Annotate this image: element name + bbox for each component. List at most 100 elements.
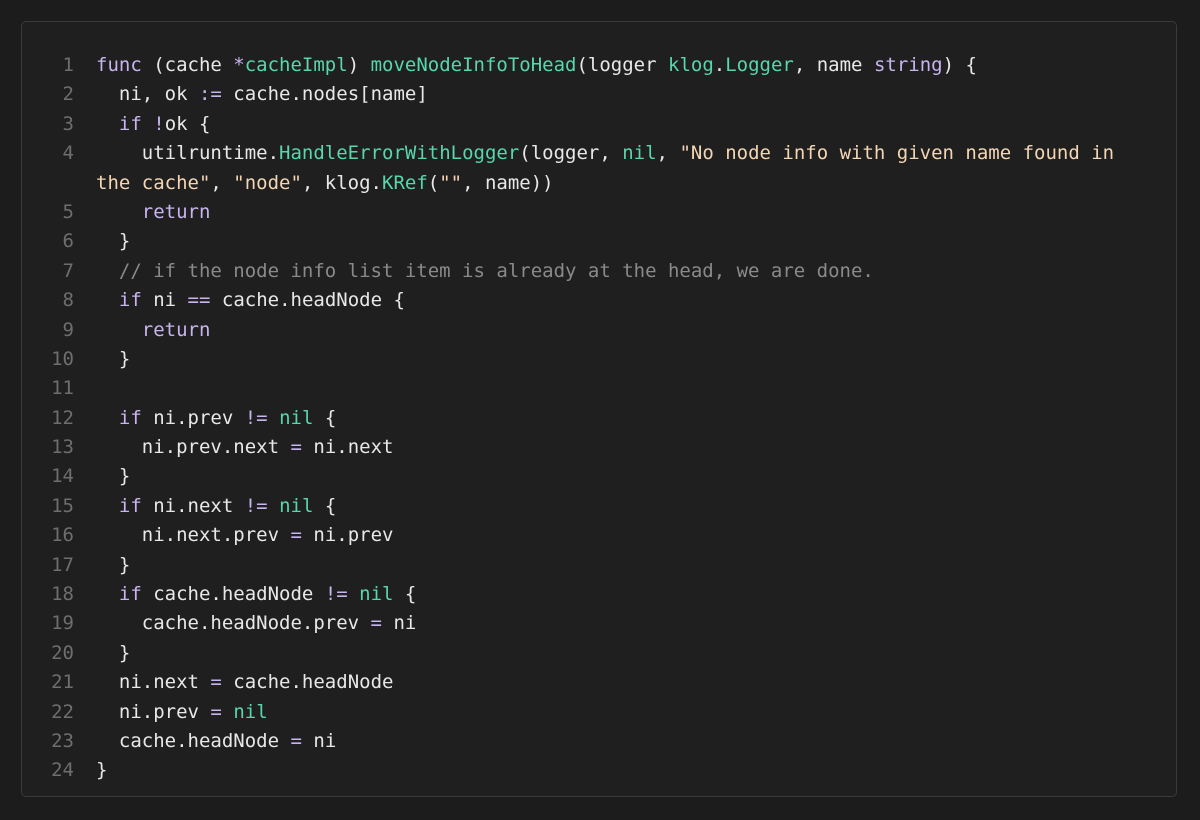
code-line: 17 } <box>22 551 1176 580</box>
code-line: 18 if cache.headNode != nil { <box>22 580 1176 609</box>
line-number: 21 <box>51 671 74 694</box>
code-token: cache.headNode { <box>210 289 405 312</box>
line-number: 18 <box>51 583 74 606</box>
line-code: } <box>96 756 1156 785</box>
code-token: = <box>210 671 222 694</box>
code-token: cache.headNode <box>141 583 325 606</box>
line-number: 12 <box>51 406 74 429</box>
code-token: != <box>324 583 348 606</box>
code-line: 16 ni.next.prev = ni.prev <box>22 521 1176 550</box>
code-token: if <box>118 583 142 606</box>
line-code: } <box>96 227 1156 256</box>
code-token: string <box>873 54 943 76</box>
line-number: 7 <box>62 259 74 282</box>
code-line: 20 } <box>22 639 1176 668</box>
code-line: 19 cache.headNode.prev = ni <box>22 609 1176 638</box>
code-token: , klog. <box>301 171 382 194</box>
code-token: } <box>96 641 131 664</box>
line-code: utilruntime.HandleErrorWithLogger(logger… <box>96 139 1156 198</box>
code-token: Logger <box>725 54 794 76</box>
line-number: 8 <box>62 289 74 312</box>
line-code: cache.headNode.prev = ni <box>96 609 1156 638</box>
code-line: 15 if ni.next != nil { <box>22 492 1176 521</box>
line-code: } <box>96 639 1156 668</box>
code-line: 9 return <box>22 316 1176 345</box>
line-code: func (cache *cacheImpl) moveNodeInfoToHe… <box>96 51 1156 80</box>
code-line: 24} <box>22 756 1176 785</box>
code-token: if <box>118 289 142 312</box>
code-token: if <box>118 406 142 429</box>
code-token: ) <box>347 54 371 76</box>
code-token: (logger <box>576 54 668 76</box>
code-token: ni.next <box>301 436 394 459</box>
line-code: } <box>96 462 1156 491</box>
code-line: 6 } <box>22 227 1176 256</box>
code-token: ni.prev.next <box>96 436 291 459</box>
code-token: ) { <box>942 54 977 76</box>
line-code: return <box>96 198 1156 227</box>
code-line: 8 if ni == cache.headNode { <box>22 286 1176 315</box>
line-code: if cache.headNode != nil { <box>96 580 1156 609</box>
code-token: } <box>96 230 131 253</box>
line-code: } <box>96 345 1156 374</box>
code-token: , name)) <box>462 171 554 194</box>
code-token: != <box>244 494 268 517</box>
code-token: ! <box>153 112 165 135</box>
code-token: return <box>141 200 211 223</box>
code-line: 2 ni, ok := cache.nodes[name] <box>22 80 1176 109</box>
code-token: ni <box>301 730 337 752</box>
code-line: 14 } <box>22 462 1176 491</box>
code-token: = <box>290 730 302 752</box>
code-line: 5 return <box>22 198 1176 227</box>
code-token: := <box>198 83 222 106</box>
code-token: cacheImpl <box>244 54 348 76</box>
code-token: ni.prev <box>96 700 211 723</box>
line-number: 19 <box>51 612 74 635</box>
code-token: ni.next.prev <box>96 524 291 547</box>
code-token: = <box>290 524 302 547</box>
code-token: "" <box>439 171 463 194</box>
line-number: 15 <box>51 494 74 517</box>
line-number: 17 <box>51 553 74 576</box>
line-code: return <box>96 316 1156 345</box>
line-number: 1 <box>62 54 74 76</box>
code-line: 3 if !ok { <box>22 110 1176 139</box>
code-line: 11 <box>22 374 1176 403</box>
line-code: if ni.next != nil { <box>96 492 1156 521</box>
code-token: ni <box>141 289 188 312</box>
code-token: cache.headNode.prev <box>96 612 371 635</box>
line-number: 10 <box>51 347 74 370</box>
code-token: klog <box>668 54 714 76</box>
code-token: // if the node info list item is already… <box>118 259 874 282</box>
line-code: ni.next = cache.headNode <box>96 668 1156 697</box>
code-token: ( <box>427 171 440 194</box>
code-token: * <box>233 54 245 76</box>
code-token: } <box>96 465 131 488</box>
line-code: ni.next.prev = ni.prev <box>96 521 1156 550</box>
line-code: cache.headNode = ni <box>96 727 1156 756</box>
code-token: KRef <box>382 171 428 194</box>
code-token: if <box>118 112 142 135</box>
code-token: nil <box>279 494 314 517</box>
code-token: ni.next <box>96 671 211 694</box>
code-token: nil <box>233 700 268 723</box>
code-line: 1 func (cache *cacheImpl) moveNodeInfoToH… <box>22 51 1176 80</box>
line-number: 14 <box>51 465 74 488</box>
line-number: 11 <box>51 377 74 400</box>
code-token: { <box>313 494 337 517</box>
line-number: 24 <box>51 759 74 782</box>
code-token: nil <box>622 142 657 165</box>
line-number: 6 <box>62 230 74 253</box>
line-number: 22 <box>51 700 74 723</box>
code-token: utilruntime. <box>96 142 280 165</box>
code-block[interactable]: 1 func (cache *cacheImpl) moveNodeInfoToH… <box>21 21 1177 797</box>
code-line: 12 if ni.prev != nil { <box>22 404 1176 433</box>
line-number: 9 <box>62 318 74 341</box>
